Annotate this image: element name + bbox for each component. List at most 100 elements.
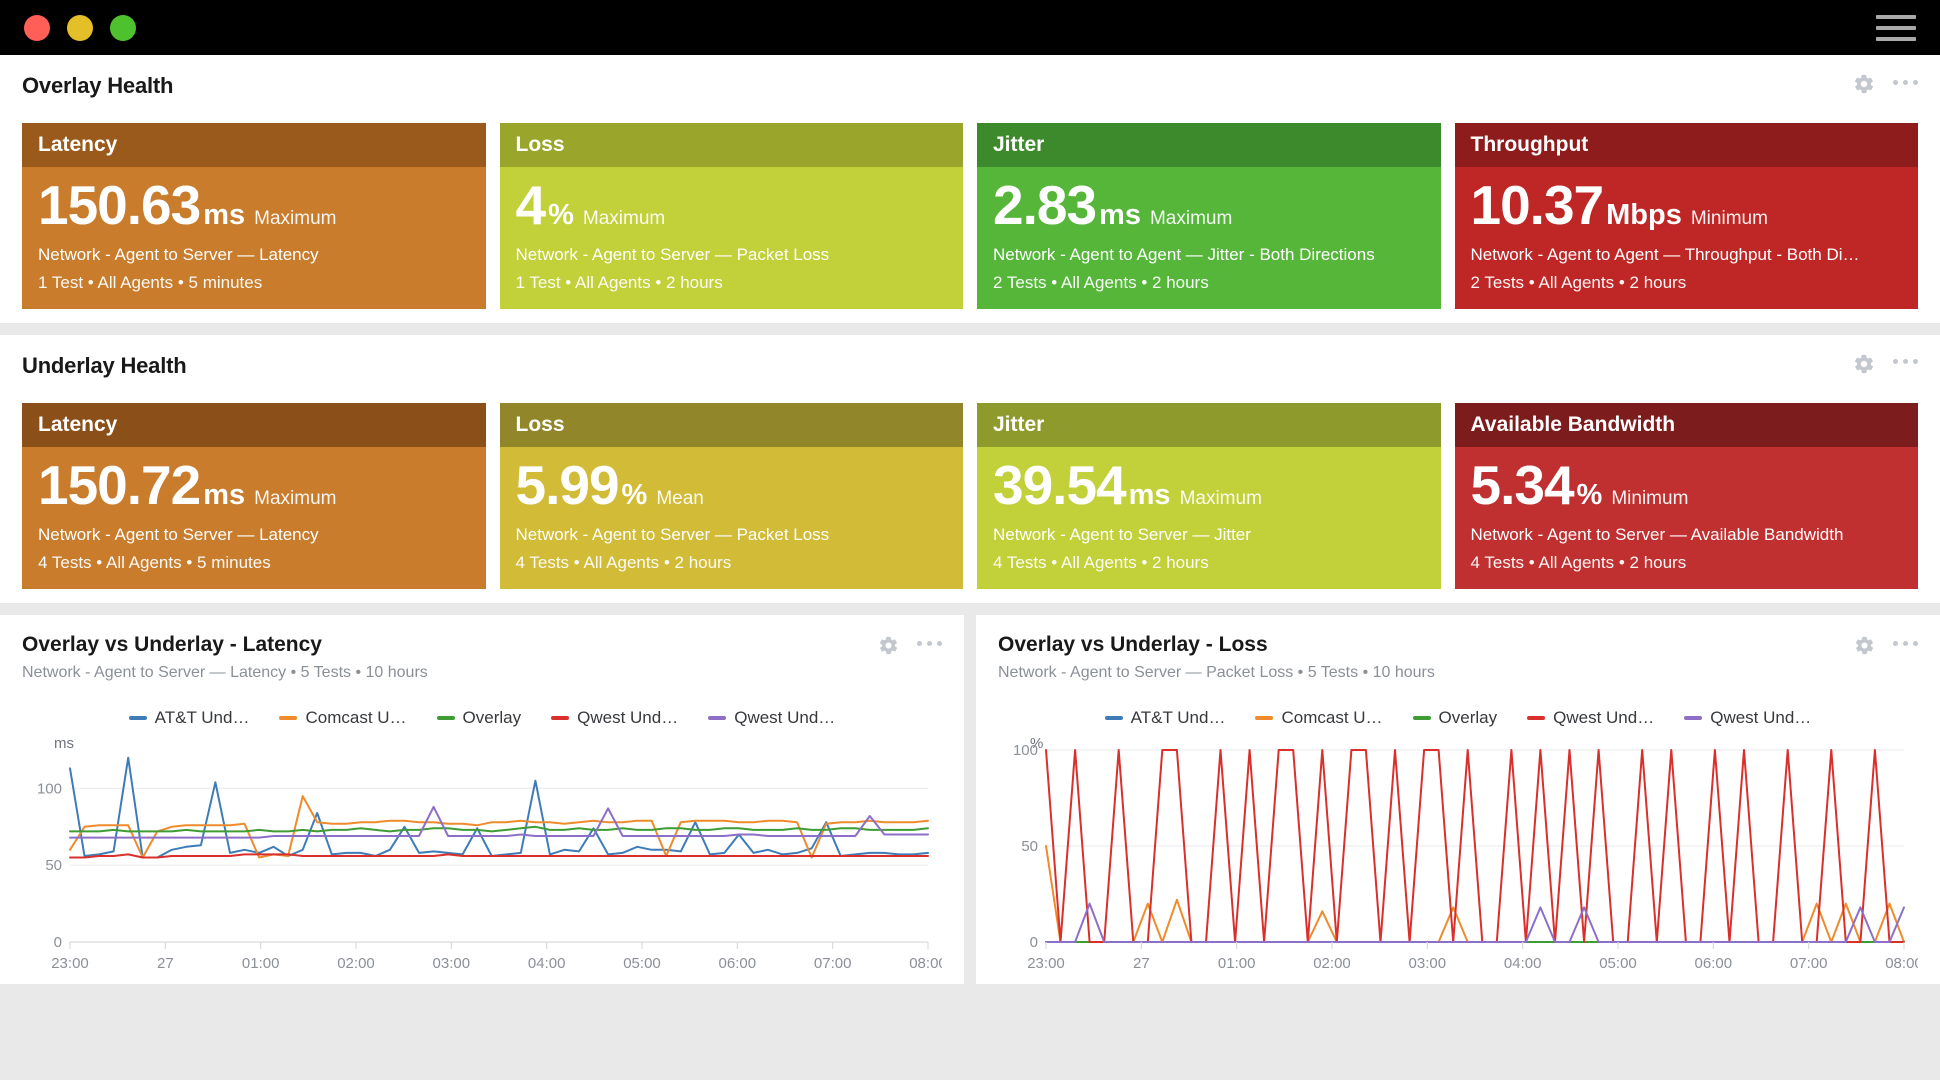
- hamburger-bar: [1876, 25, 1916, 30]
- metric-card-body: 2.83 ms Maximum Network - Agent to Agent…: [977, 167, 1441, 309]
- x-tick-label: 05:00: [1599, 955, 1637, 972]
- metric-card-list: Latency 150.63 ms Maximum Network - Agen…: [0, 99, 1940, 309]
- metric-card-jitter[interactable]: Jitter 39.54 ms Maximum Network - Agent …: [977, 402, 1441, 589]
- metric-meta: 4 Tests • All Agents • 2 hours: [993, 552, 1209, 572]
- legend-label: Overlay: [462, 707, 522, 727]
- legend-item[interactable]: Qwest Und…: [708, 708, 835, 728]
- hamburger-menu-icon[interactable]: [1876, 14, 1916, 41]
- metric-value-row: 4 % Maximum: [516, 176, 948, 235]
- metric-stat: Maximum: [1179, 487, 1262, 509]
- gear-icon[interactable]: [878, 635, 899, 656]
- metric-description: Network - Agent to Server — Packet Loss: [515, 524, 830, 544]
- section-header: Underlay Health: [0, 335, 1940, 379]
- legend-label: Overlay: [1438, 707, 1498, 727]
- legend-swatch-icon: [128, 715, 147, 720]
- gear-icon[interactable]: [1853, 353, 1875, 375]
- chart-svg: ms 0 50 100 23:00 27 01:00 02:00 03:00 04:00 05:00…: [37, 735, 942, 972]
- legend-swatch-icon: [1412, 715, 1431, 720]
- metric-unit: ms: [1128, 478, 1171, 511]
- y-tick-label: 0: [54, 934, 62, 951]
- metric-card-header: Throughput: [1454, 123, 1918, 167]
- legend-swatch-icon: [1255, 715, 1274, 720]
- maximize-window-button[interactable]: [110, 14, 136, 41]
- chart-title: Overlay vs Underlay - Latency: [22, 632, 322, 656]
- ellipsis-dot: [1913, 79, 1918, 85]
- x-tick-label: 27: [1133, 955, 1150, 972]
- metric-card-throughput[interactable]: Throughput 10.37 Mbps Minimum Network - …: [1454, 123, 1918, 309]
- metric-stat: Maximum: [254, 487, 337, 509]
- metric-card-latency[interactable]: Latency 150.72 ms Maximum Network - Agen…: [22, 402, 486, 589]
- chart-subtitle: Network - Agent to Server — Packet Loss …: [998, 663, 1435, 681]
- metric-card-header: Jitter: [977, 402, 1441, 447]
- legend-item[interactable]: AT&T Und…: [128, 708, 249, 728]
- x-tick-label: 23:00: [51, 955, 89, 972]
- metric-value-row: 150.63 ms Maximum: [38, 174, 470, 236]
- legend-item[interactable]: Overlay: [1412, 707, 1498, 728]
- legend-label: Comcast U…: [1281, 707, 1383, 727]
- ellipsis-icon[interactable]: [1893, 79, 1918, 89]
- gear-icon[interactable]: [1853, 73, 1875, 95]
- metric-unit: ms: [1099, 199, 1141, 231]
- chart-actions: [1854, 635, 1918, 656]
- legend-label: Qwest Und…: [1710, 707, 1812, 727]
- metric-card-header: Loss: [499, 402, 963, 447]
- chart-panel-latency: Overlay vs Underlay - Latency Network - …: [0, 614, 964, 984]
- x-tick-label: 23:00: [1027, 955, 1065, 972]
- legend-item[interactable]: Qwest Und…: [1527, 708, 1654, 728]
- legend-item[interactable]: Overlay: [436, 707, 522, 728]
- ellipsis-dot: [1913, 640, 1918, 646]
- ellipsis-icon[interactable]: [1893, 359, 1918, 368]
- x-tick-label: 02:00: [1313, 955, 1351, 972]
- legend-item[interactable]: Comcast U…: [279, 708, 407, 728]
- section-actions: [1853, 73, 1918, 95]
- metric-stat: Maximum: [582, 208, 666, 229]
- metric-description: Network - Agent to Server — Latency: [38, 244, 319, 264]
- metric-card-loss[interactable]: Loss 4 % Maximum Network - Agent to Serv…: [499, 123, 963, 309]
- x-tick-label: 04:00: [1504, 955, 1542, 972]
- legend-item[interactable]: Qwest Und…: [551, 708, 678, 728]
- y-tick-label: 100: [37, 780, 62, 797]
- metric-card-available-bandwidth[interactable]: Available Bandwidth 5.34 % Minimum Netwo…: [1454, 402, 1918, 589]
- ellipsis-dot: [917, 640, 922, 646]
- ellipsis-icon[interactable]: [1893, 640, 1918, 650]
- chart-plot-area[interactable]: % 0 50 100 23:00 27 01:00 02:00 03:00 04:00 05:00 0…: [998, 734, 1918, 984]
- section-title: Underlay Health: [22, 352, 187, 378]
- page-title: Overlay Health: [22, 73, 174, 98]
- minimize-window-button[interactable]: [67, 14, 93, 41]
- metric-card-jitter[interactable]: Jitter 2.83 ms Maximum Network - Agent t…: [977, 123, 1441, 309]
- x-tick-label: 04:00: [528, 955, 566, 972]
- metric-card-header: Jitter: [977, 123, 1441, 167]
- hamburger-bar: [1876, 36, 1916, 41]
- legend-swatch-icon: [1104, 715, 1123, 720]
- metric-meta: 4 Tests • All Agents • 5 minutes: [38, 552, 271, 572]
- ellipsis-dot: [1893, 359, 1898, 365]
- metric-value: 150.63: [38, 174, 201, 236]
- chart-series-line: [69, 794, 929, 858]
- hamburger-bar: [1876, 14, 1916, 19]
- gear-icon[interactable]: [1854, 635, 1875, 656]
- chart-actions: [878, 635, 942, 656]
- legend-item[interactable]: AT&T Und…: [1104, 708, 1225, 728]
- y-tick-label: 50: [1021, 838, 1038, 855]
- metric-card-latency[interactable]: Latency 150.63 ms Maximum Network - Agen…: [22, 123, 486, 309]
- metric-stat: Minimum: [1690, 208, 1768, 229]
- legend-item[interactable]: Qwest Und…: [1684, 708, 1811, 728]
- legend-item[interactable]: Comcast U…: [1255, 707, 1383, 728]
- metric-meta: 4 Tests • All Agents • 2 hours: [515, 552, 732, 572]
- ellipsis-dot: [1903, 79, 1908, 85]
- close-window-button[interactable]: [24, 14, 50, 41]
- x-tick-label: 02:00: [337, 955, 375, 972]
- chart-plot-area[interactable]: ms 0 50 100 23:00 27 01:00 02:00 03:00 04:00 05:00…: [22, 734, 942, 984]
- metric-card-body: 150.63 ms Maximum Network - Agent to Ser…: [22, 167, 486, 309]
- metric-description: Network - Agent to Agent — Jitter - Both…: [993, 244, 1375, 264]
- metric-unit: ms: [203, 199, 246, 231]
- chart-series-line: [69, 756, 929, 858]
- x-tick-label: 27: [157, 955, 174, 972]
- legend-label: Qwest Und…: [1553, 707, 1655, 727]
- x-tick-label: 07:00: [1790, 955, 1828, 972]
- ellipsis-icon[interactable]: [917, 640, 942, 650]
- metric-meta: 1 Test • All Agents • 5 minutes: [38, 272, 263, 292]
- chart-series-line: [1045, 844, 1905, 943]
- metric-description: Network - Agent to Agent — Throughput - …: [1470, 244, 1860, 264]
- metric-card-loss[interactable]: Loss 5.99 % Mean Network - Agent to Serv…: [499, 402, 963, 589]
